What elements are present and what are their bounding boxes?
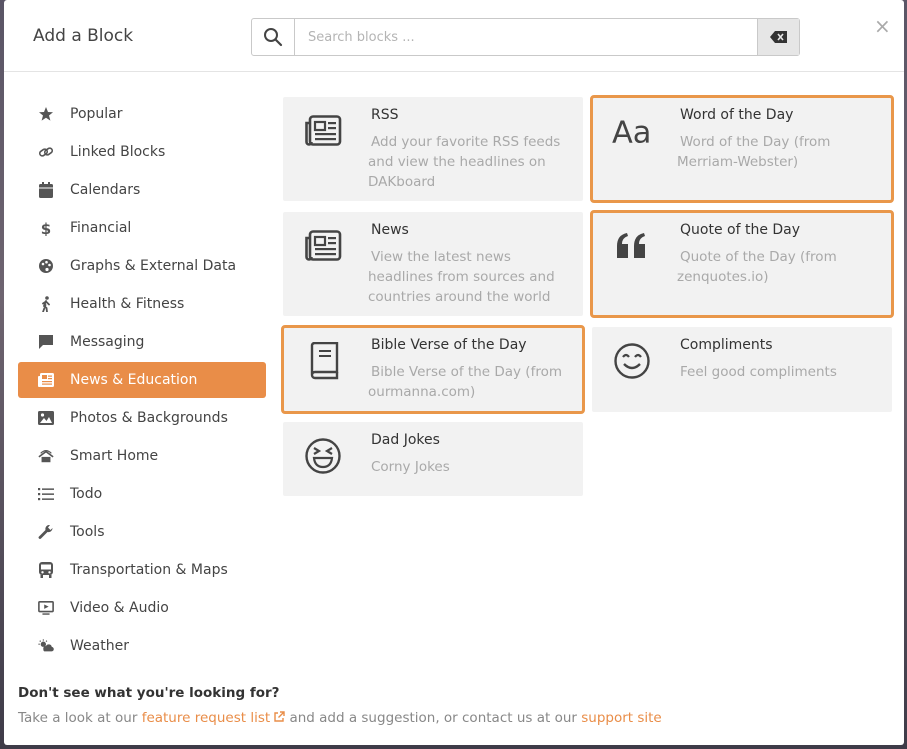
search-input[interactable]	[296, 19, 758, 55]
sidebar-item-video-and-audio[interactable]: Video & Audio	[18, 590, 266, 626]
list-icon	[38, 486, 54, 502]
smart-home-icon	[38, 448, 54, 464]
sidebar-item-health-and-fitness[interactable]: Health & Fitness	[18, 286, 266, 322]
block-card-description: Bible Verse of the Day (from ourmanna.co…	[368, 364, 562, 400]
support-site-link[interactable]: support site	[581, 710, 662, 726]
block-card-description: Word of the Day (from Merriam-Webster)	[677, 134, 831, 170]
close-button[interactable]: ×	[874, 16, 891, 36]
modal-header: Add a Block ×	[4, 0, 904, 72]
sidebar-item-financial[interactable]: $ Financial	[18, 210, 266, 246]
block-card-description: Corny Jokes	[371, 459, 450, 475]
sidebar-item-messaging[interactable]: Messaging	[18, 324, 266, 360]
sidebar-item-label: Popular	[70, 106, 123, 122]
sidebar-item-label: Photos & Backgrounds	[70, 410, 228, 426]
bus-icon	[38, 562, 54, 578]
font-aa-icon: Aa	[612, 111, 652, 151]
quote-icon	[612, 226, 652, 266]
svg-text:Aa: Aa	[612, 115, 651, 149]
link-icon	[38, 144, 54, 160]
block-card-description: Feel good compliments	[680, 364, 837, 380]
sidebar-item-weather[interactable]: Weather	[18, 628, 266, 664]
sidebar-item-label: Messaging	[70, 334, 145, 350]
feature-request-link-label: feature request list	[141, 710, 271, 726]
sidebar-item-label: Health & Fitness	[70, 296, 185, 312]
block-card-title: News	[371, 222, 409, 238]
sidebar-item-label: Tools	[70, 524, 105, 540]
block-card-title: RSS	[371, 107, 399, 123]
sidebar-item-label: Financial	[70, 220, 132, 236]
external-link-icon	[274, 711, 285, 722]
newspaper-icon	[38, 372, 54, 388]
sidebar-item-label: Video & Audio	[70, 600, 169, 616]
svg-text:$: $	[41, 220, 51, 236]
add-block-modal: Add a Block × Popular Linked Blocks Calend…	[4, 0, 904, 745]
modal-title: Add a Block	[33, 26, 134, 46]
block-card-bible-verse-of-the-day[interactable]: Bible Verse of the Day Bible Verse of the…	[281, 325, 585, 414]
sidebar-item-photos-and-backgrounds[interactable]: Photos & Backgrounds	[18, 400, 266, 436]
block-card-description: Add your favorite RSS feeds and view the…	[368, 134, 561, 190]
sidebar-item-label: Linked Blocks	[70, 144, 166, 160]
block-card-rss[interactable]: RSS Add your favorite RSS feeds and view …	[283, 97, 583, 201]
wrench-icon	[38, 524, 54, 540]
sidebar-item-label: Graphs & External Data	[70, 258, 237, 274]
laugh-icon	[303, 436, 343, 476]
block-card-dad-jokes[interactable]: Dad Jokes Corny Jokes	[283, 422, 583, 496]
footer-question: Don't see what you're looking for?	[18, 685, 280, 701]
block-card-quote-of-the-day[interactable]: Quote of the Day Quote of the Day (from z…	[590, 210, 894, 318]
block-card-title: Word of the Day	[680, 107, 794, 123]
block-card-compliments[interactable]: Compliments Feel good compliments	[592, 327, 892, 412]
weather-icon	[38, 638, 54, 654]
block-card-title: Quote of the Day	[680, 222, 801, 238]
block-card-word-of-the-day[interactable]: Aa Word of the Day Word of the Day (from M…	[590, 95, 894, 203]
sidebar-item-todo[interactable]: Todo	[18, 476, 266, 512]
smile-icon	[612, 341, 652, 381]
dollar-icon: $	[38, 220, 54, 236]
sidebar-item-transportation-and-maps[interactable]: Transportation & Maps	[18, 552, 266, 588]
sidebar-item-tools[interactable]: Tools	[18, 514, 266, 550]
block-card-title: Dad Jokes	[371, 432, 440, 448]
sidebar-item-news-and-education[interactable]: News & Education	[18, 362, 266, 398]
sidebar-item-label: Weather	[70, 638, 129, 654]
sidebar-item-calendars[interactable]: Calendars	[18, 172, 266, 208]
sidebar-item-label: Calendars	[70, 182, 141, 198]
image-icon	[38, 410, 54, 426]
modal-footer: Don't see what you're looking for? Take …	[18, 685, 662, 726]
block-card-description: Quote of the Day (from zenquotes.io)	[677, 249, 837, 285]
monitor-icon	[38, 600, 54, 616]
search-icon[interactable]	[252, 19, 295, 55]
block-card-news[interactable]: News View the latest news headlines from …	[283, 212, 583, 316]
footer-text-2: and add a suggestion, or contact us at o…	[285, 710, 582, 726]
newspaper-icon	[303, 111, 343, 151]
backspace-icon	[769, 31, 787, 43]
calendar-icon	[38, 182, 54, 198]
sidebar-item-label: Todo	[70, 486, 103, 502]
sidebar-item-smart-home[interactable]: Smart Home	[18, 438, 266, 474]
sidebar-item-graphs-and-external-data[interactable]: Graphs & External Data	[18, 248, 266, 284]
newspaper-icon	[303, 226, 343, 266]
sidebar-item-popular[interactable]: Popular	[18, 96, 266, 132]
block-card-description: View the latest news headlines from sour…	[368, 249, 555, 305]
palette-icon	[38, 258, 54, 274]
sidebar-item-linked-blocks[interactable]: Linked Blocks	[18, 134, 266, 170]
block-card-title: Bible Verse of the Day	[371, 337, 527, 353]
footer-text-1: Take a look at our	[18, 710, 142, 726]
star-icon	[38, 106, 54, 122]
feature-request-link[interactable]: feature request list	[142, 710, 285, 726]
book-icon	[303, 341, 343, 381]
walking-icon	[38, 296, 54, 312]
sidebar-item-label: Smart Home	[70, 448, 159, 464]
sidebar-item-label: Transportation & Maps	[70, 562, 228, 578]
block-card-title: Compliments	[680, 337, 773, 353]
category-sidebar: Popular Linked Blocks Calendars $ Financial G…	[18, 96, 266, 666]
search-bar	[251, 18, 800, 56]
message-icon	[38, 334, 54, 350]
sidebar-item-label: News & Education	[70, 372, 198, 388]
footer-text: Take a look at our feature request list …	[18, 710, 662, 726]
clear-search-button[interactable]	[757, 19, 799, 55]
